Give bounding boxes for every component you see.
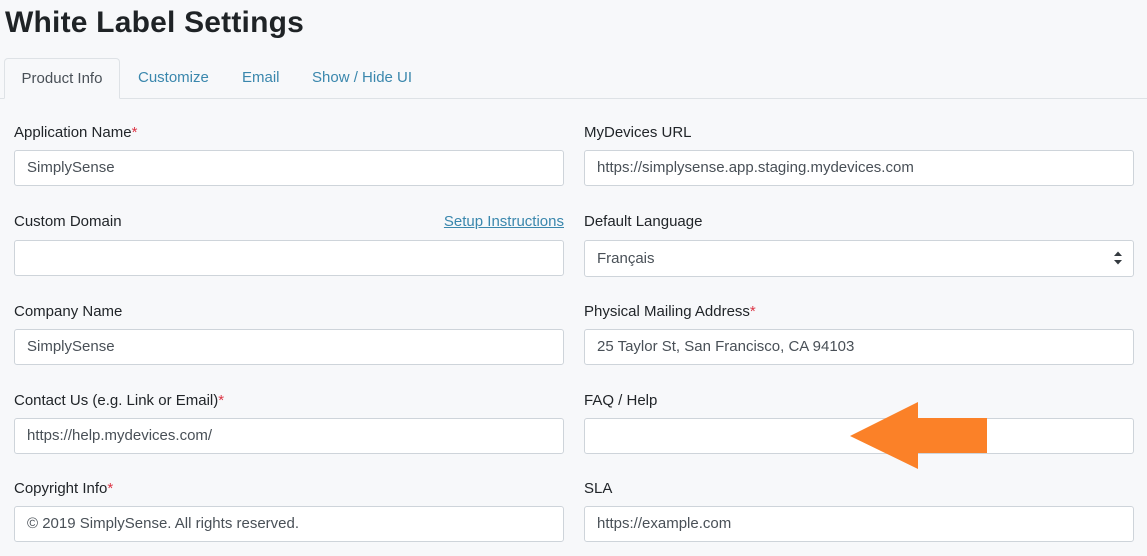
- required-marker: *: [218, 392, 225, 409]
- contact-us-label: Contact Us (e.g. Link or Email)*: [14, 392, 224, 409]
- mydevices-url-input[interactable]: https://simplysense.app.staging.mydevice…: [584, 150, 1134, 186]
- required-marker: *: [749, 303, 756, 320]
- tab-show-hide-ui[interactable]: Show / Hide UI: [312, 58, 412, 98]
- copyright-input[interactable]: © 2019 SimplySense. All rights reserved.: [14, 506, 564, 542]
- required-marker: *: [107, 480, 114, 497]
- company-name-label: Company Name: [14, 303, 123, 320]
- physical-address-label: Physical Mailing Address*: [584, 303, 756, 320]
- application-name-label-text: Application Name: [14, 124, 132, 141]
- physical-address-input[interactable]: 25 Taylor St, San Francisco, CA 94103: [584, 329, 1134, 365]
- default-language-value: Français: [597, 250, 655, 267]
- physical-address-label-text: Physical Mailing Address: [584, 303, 750, 320]
- faq-help-label: FAQ / Help: [584, 392, 658, 409]
- custom-domain-label: Custom Domain: [14, 213, 122, 230]
- required-marker: *: [131, 124, 138, 141]
- application-name-input[interactable]: SimplySense: [14, 150, 564, 186]
- setup-instructions-link[interactable]: Setup Instructions: [444, 213, 564, 230]
- page-title: White Label Settings: [5, 6, 305, 39]
- contact-us-input[interactable]: https://help.mydevices.com/: [14, 418, 564, 454]
- contact-us-label-text: Contact Us (e.g. Link or Email): [14, 392, 219, 409]
- copyright-label: Copyright Info*: [14, 480, 113, 497]
- sla-input[interactable]: https://example.com: [584, 506, 1134, 542]
- tab-customize[interactable]: Customize: [138, 58, 209, 98]
- application-name-label: Application Name*: [14, 124, 137, 141]
- tab-email[interactable]: Email: [242, 58, 280, 98]
- custom-domain-input[interactable]: [14, 240, 564, 276]
- tab-product-info[interactable]: Product Info: [4, 58, 120, 99]
- sla-label: SLA: [584, 480, 613, 497]
- mydevices-url-label: MyDevices URL: [584, 124, 692, 141]
- default-language-select[interactable]: Français: [584, 240, 1134, 277]
- copyright-label-text: Copyright Info: [14, 480, 108, 497]
- tab-bar: Product Info Customize Email Show / Hide…: [0, 58, 1147, 99]
- left-arrow-icon: [850, 402, 987, 469]
- default-language-label: Default Language: [584, 213, 703, 230]
- company-name-input[interactable]: SimplySense: [14, 329, 564, 365]
- select-arrows-icon: [1114, 251, 1122, 265]
